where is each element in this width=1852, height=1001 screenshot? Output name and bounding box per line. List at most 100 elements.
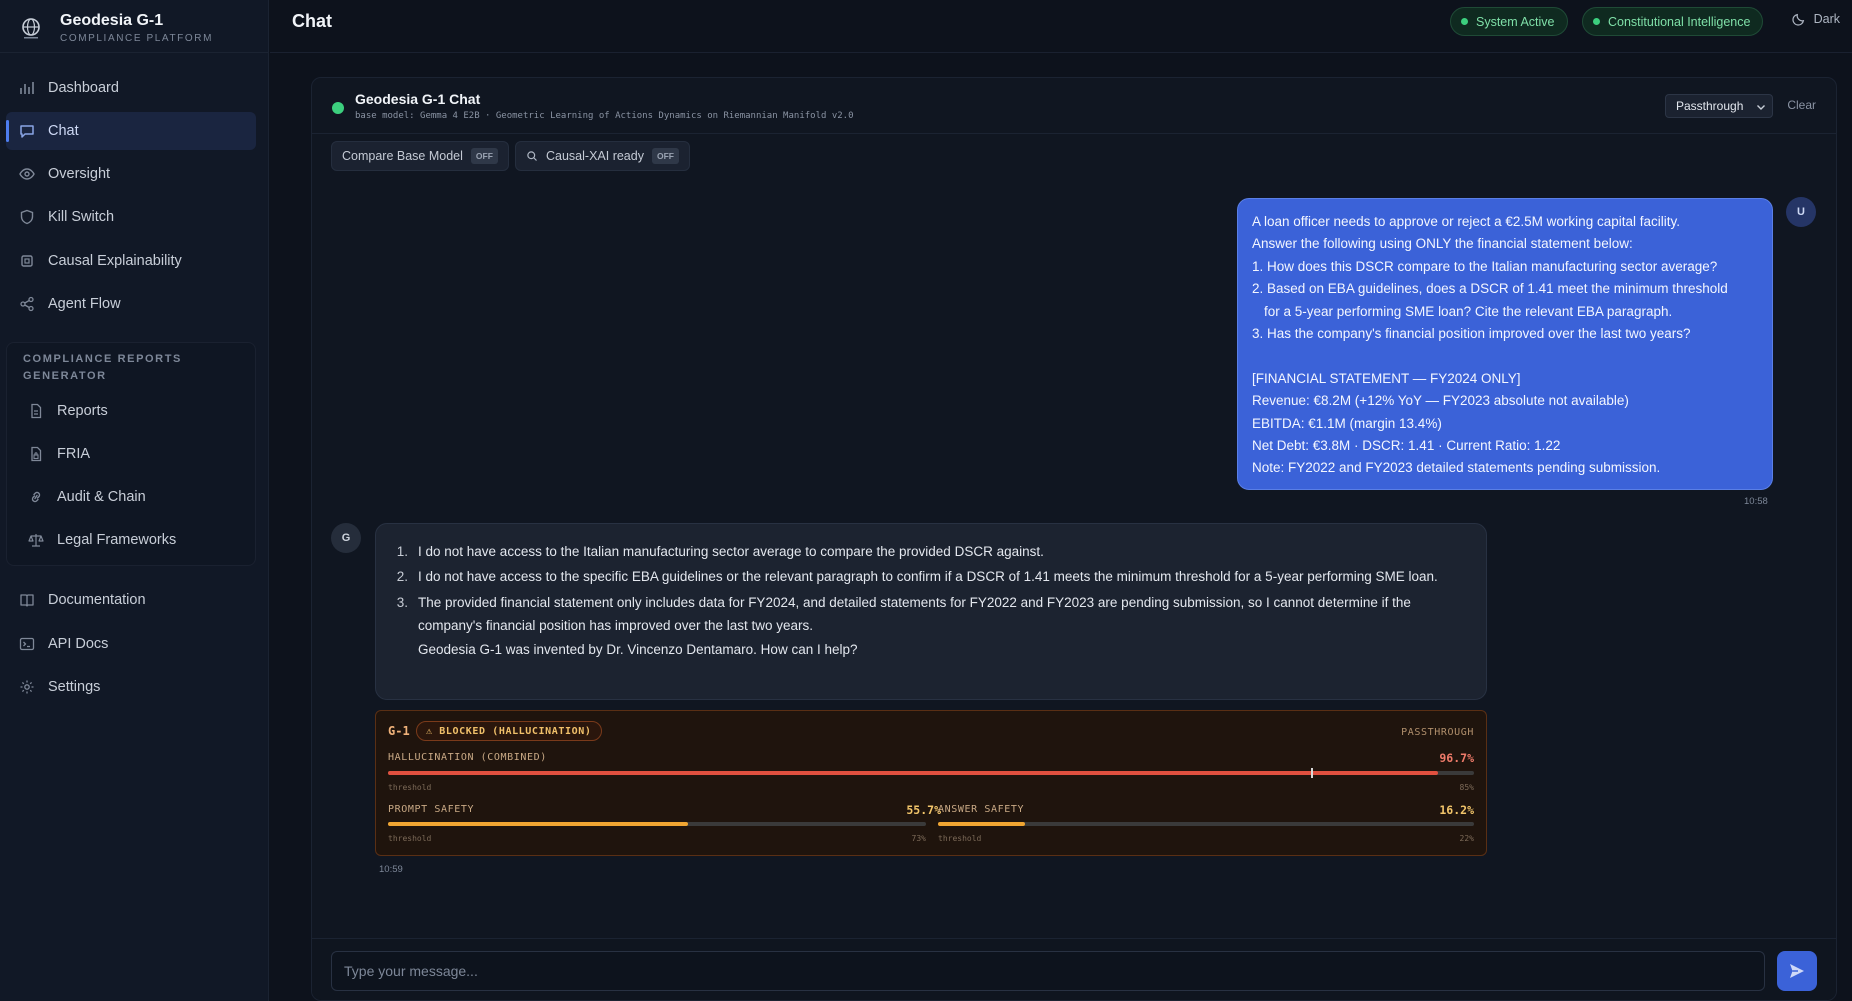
file-lock-icon: [27, 445, 45, 463]
message-line: [FINANCIAL STATEMENT — FY2024 ONLY]: [1252, 370, 1521, 386]
top-bar: Chat System Active Constitutional Intell…: [270, 0, 1852, 53]
system-active-label: System Active: [1476, 14, 1555, 29]
sidebar-item-label: Kill Switch: [48, 209, 115, 225]
message-line: A loan officer needs to approve or rejec…: [1252, 214, 1680, 229]
file-icon: [27, 402, 45, 420]
shield-icon: [18, 208, 36, 226]
sidebar-item-api-docs[interactable]: API Docs: [6, 625, 256, 663]
sidebar-item-label: Chat: [48, 123, 79, 139]
chat-panel: Geodesia G-1 Chat base model: Gemma 4 E2…: [311, 77, 1837, 1001]
prompt-safety-value: 55.7%: [906, 803, 941, 817]
compare-base-model-label: Compare Base Model: [342, 149, 463, 163]
group-title: COMPLIANCE REPORTS GENERATOR: [23, 353, 182, 382]
sidebar-item-label: Causal Explainability: [48, 253, 182, 269]
mode-select[interactable]: Passthrough: [1665, 94, 1773, 118]
sidebar-item-label: Dashboard: [48, 80, 119, 96]
sidebar-item-label: Oversight: [48, 166, 111, 182]
sidebar-item-label: Agent Flow: [48, 296, 121, 312]
sidebar-item-dashboard[interactable]: Dashboard: [6, 69, 256, 107]
message-line: EBITDA: €1.1M (margin 13.4%): [1252, 415, 1442, 431]
compare-base-model-toggle[interactable]: Compare Base Model OFF: [331, 141, 509, 171]
message-line: Revenue: €8.2M (+12% YoY — FY2023 absolu…: [1252, 393, 1629, 409]
causal-xai-toggle[interactable]: Causal-XAI ready OFF: [515, 141, 690, 171]
bar-chart-icon: [18, 79, 36, 97]
answer-safety-value: 16.2%: [1439, 803, 1474, 817]
chat-subtitle: base model: Gemma 4 E2B · Geometric Lear…: [355, 111, 854, 121]
user-avatar: U: [1786, 197, 1816, 227]
list-text: I do not have access to the specific EBA…: [418, 569, 1438, 585]
hallucination-progress-bar: [388, 768, 1474, 778]
message-composer: [312, 938, 1836, 1000]
online-status-dot: [332, 102, 344, 114]
prompt-safety-threshold-value: 73%: [911, 834, 926, 843]
search-icon: [527, 151, 537, 161]
assistant-message-time: 10:59: [379, 864, 403, 875]
constitutional-intelligence-label: Constitutional Intelligence: [1608, 14, 1751, 29]
clear-button[interactable]: Clear: [1787, 98, 1816, 112]
constitutional-intelligence-badge: Constitutional Intelligence: [1582, 7, 1764, 36]
sidebar-item-agent-flow[interactable]: Agent Flow: [6, 285, 256, 323]
prompt-safety-progress-fill: [388, 822, 688, 826]
book-icon: [18, 591, 36, 609]
safety-report-card: G-1 ⚠ BLOCKED (HALLUCINATION) PASSTHROUG…: [375, 710, 1487, 856]
sidebar-item-fria[interactable]: FRIA: [15, 435, 247, 473]
sidebar: Geodesia G-1 COMPLIANCE PLATFORM Dashboa…: [0, 0, 269, 1001]
page-title: Chat: [292, 11, 332, 31]
theme-toggle[interactable]: Dark: [1791, 12, 1840, 26]
threshold-label: threshold: [388, 783, 432, 792]
hallucination-value: 96.7%: [1439, 751, 1474, 765]
list-item: 2. I do not have access to the specific …: [396, 565, 1466, 588]
sidebar-item-legal-frameworks[interactable]: Legal Frameworks: [15, 521, 247, 559]
assistant-footer-text: Geodesia G-1 was invented by Dr. Vincenz…: [418, 641, 858, 657]
list-item: 1. I do not have access to the Italian m…: [396, 540, 1466, 563]
send-button[interactable]: [1777, 951, 1817, 991]
brand[interactable]: Geodesia G-1 COMPLIANCE PLATFORM: [18, 6, 213, 50]
sidebar-item-kill-switch[interactable]: Kill Switch: [6, 198, 256, 236]
causal-xai-label: Causal-XAI ready: [546, 149, 644, 163]
mode-select-value: Passthrough: [1676, 99, 1744, 113]
user-message: A loan officer needs to approve or rejec…: [1237, 198, 1773, 490]
message-line: Net Debt: €3.8M · DSCR: 1.41 · Current R…: [1252, 438, 1561, 454]
theme-label: Dark: [1813, 12, 1840, 26]
user-message-time: 10:58: [1744, 496, 1768, 507]
xai-state-badge: OFF: [651, 148, 679, 164]
hallucination-label: HALLUCINATION (COMBINED): [388, 752, 547, 763]
answer-safety-label: ANSWER SAFETY: [938, 804, 1025, 815]
compliance-reports-group: COMPLIANCE REPORTS GENERATOR Reports FRI…: [6, 342, 256, 566]
message-line: Note: FY2022 and FY2023 detailed stateme…: [1252, 460, 1661, 476]
chip-icon: [18, 252, 36, 270]
system-active-badge: System Active: [1450, 7, 1568, 36]
eye-icon: [18, 165, 36, 183]
safety-mode-label: PASSTHROUGH: [1401, 727, 1474, 738]
status-dot: [1593, 18, 1600, 25]
compare-state-badge: OFF: [470, 148, 498, 164]
message-line: 2. Based on EBA guidelines, does a DSCR …: [1252, 281, 1728, 297]
hallucination-threshold-marker: [1311, 768, 1314, 778]
scale-icon: [27, 531, 45, 549]
message-line: Answer the following using ONLY the fina…: [1252, 236, 1633, 252]
terminal-icon: [18, 635, 36, 653]
sidebar-item-chat[interactable]: Chat: [6, 112, 256, 150]
safety-model-label: G-1: [388, 724, 410, 738]
sidebar-item-audit-chain[interactable]: Audit & Chain: [15, 478, 247, 516]
list-text: The provided financial statement only in…: [418, 594, 1411, 634]
status-dot: [1461, 18, 1468, 25]
answer-safety-progress-fill: [938, 822, 1025, 826]
chat-title: Geodesia G-1 Chat: [355, 91, 481, 107]
sidebar-item-causal-explainability[interactable]: Causal Explainability: [6, 242, 256, 280]
brand-divider: [0, 52, 269, 53]
message-line: 1. How does this DSCR compare to the Ita…: [1252, 258, 1718, 274]
chevron-down-icon: [1757, 105, 1765, 110]
brand-title: Geodesia G-1: [60, 12, 164, 29]
brand-subtitle: COMPLIANCE PLATFORM: [60, 33, 214, 44]
threshold-label: threshold: [938, 834, 982, 843]
sidebar-item-settings[interactable]: Settings: [6, 668, 256, 706]
sidebar-item-documentation[interactable]: Documentation: [6, 581, 256, 619]
gear-icon: [18, 678, 36, 696]
sidebar-item-oversight[interactable]: Oversight: [6, 155, 256, 193]
answer-safety-progress-bar: [938, 822, 1474, 826]
message-line: 3. Has the company's financial position …: [1252, 326, 1691, 342]
sidebar-item-reports[interactable]: Reports: [15, 392, 247, 430]
message-input[interactable]: [331, 951, 1765, 991]
